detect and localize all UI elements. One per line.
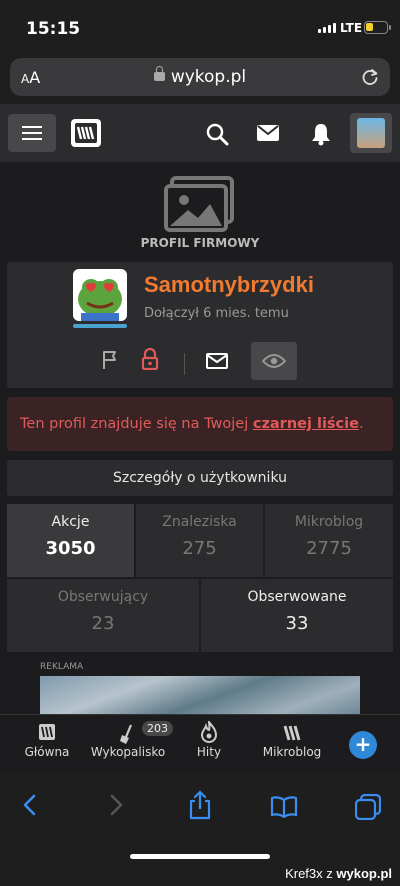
status-time: 15:15 [26, 19, 81, 39]
status-bar: 15:15 LTE [0, 0, 400, 54]
flag-icon[interactable] [101, 350, 119, 370]
stat-value: 3050 [45, 538, 96, 559]
user-details-button[interactable]: Szczegóły o użytkowniku [7, 460, 393, 496]
menu-button[interactable] [8, 114, 56, 152]
shovel-icon [120, 724, 133, 744]
stat-label: Obserwujący [57, 589, 149, 605]
ad-image[interactable] [40, 676, 360, 714]
user-avatar-button[interactable] [350, 113, 392, 153]
alert-text: Ten profil znajduje się na Twojej [20, 416, 253, 432]
stat-label: Mikroblog [294, 514, 364, 530]
avatar-underline [73, 324, 127, 328]
stat-akcje[interactable]: Akcje 3050 [7, 504, 134, 577]
lock-icon [153, 66, 165, 81]
site-header [0, 104, 400, 162]
search-icon[interactable] [205, 122, 229, 146]
nav-glowna[interactable]: Główna [7, 715, 87, 759]
add-button[interactable]: + [349, 731, 377, 759]
alert-period: . [358, 416, 364, 432]
home-indicator [130, 854, 270, 859]
actions-divider [184, 353, 185, 375]
bell-icon[interactable] [311, 122, 331, 146]
frog-avatar-image [78, 279, 122, 321]
wykop-logo[interactable] [70, 118, 102, 148]
ad-label: REKLAMA [40, 662, 84, 672]
mail-icon[interactable] [256, 124, 280, 142]
watermark-site: wykop.pl [336, 866, 392, 881]
user-avatar[interactable] [73, 269, 127, 321]
stat-value: 33 [285, 613, 309, 634]
nav-hity[interactable]: Hity [169, 715, 249, 759]
stat-mikroblog[interactable]: Mikroblog 2775 [265, 504, 393, 577]
blacklist-alert: Ten profil znajduje się na Twojej czarne… [7, 397, 393, 451]
bottom-nav: Główna Wykopalisko 203 Hity Mikroblog + [0, 714, 400, 772]
stats-grid: Akcje 3050 Znaleziska 275 Mikroblog 2775… [7, 504, 393, 654]
url-text: wykop.pl [170, 67, 247, 87]
username: Samotnybrzydki [144, 272, 314, 297]
nav-label: Hity [196, 745, 222, 759]
microblog-icon [283, 725, 301, 741]
browser-toolbar: Kref3x z wykop.pl [0, 772, 400, 886]
avatar [357, 118, 385, 148]
share-icon[interactable] [188, 790, 212, 820]
stat-label: Obserwowane [247, 589, 347, 605]
signal-icon [318, 23, 336, 33]
back-icon[interactable] [22, 794, 36, 816]
image-icon [164, 176, 234, 232]
stat-label: Znaleziska [162, 514, 237, 530]
observe-button[interactable] [251, 342, 297, 380]
fire-icon [200, 721, 218, 743]
join-date: Dołączył 6 mies. temu [144, 306, 289, 321]
watermark-prefix: Kref3x z [285, 866, 337, 881]
section-title: PROFIL FIRMOWY [140, 236, 260, 250]
reload-icon[interactable] [360, 67, 380, 87]
url-bar[interactable]: AA wykop.pl [10, 58, 390, 96]
stat-label: Akcje [51, 514, 90, 530]
profile-content: PROFIL FIRMOWY Samotnybrzydki Dołączył 6… [0, 162, 400, 714]
network-label: LTE [340, 21, 363, 35]
nav-mikroblog[interactable]: Mikroblog [252, 715, 332, 759]
battery-icon [364, 21, 391, 34]
stat-value: 2775 [306, 538, 352, 559]
lock-icon[interactable] [141, 348, 159, 370]
user-card: Samotnybrzydki Dołączył 6 mies. temu [7, 262, 393, 388]
nav-label: Główna [24, 745, 70, 759]
stat-value: 275 [182, 538, 217, 559]
tabs-icon[interactable] [355, 794, 381, 820]
eye-icon [262, 354, 286, 368]
watermark: Kref3x z wykop.pl [285, 866, 392, 881]
stat-obserwowane[interactable]: Obserwowane 33 [201, 579, 393, 652]
url-display[interactable]: wykop.pl [10, 66, 390, 87]
send-message-icon[interactable] [206, 353, 228, 369]
browser-url-area: AA wykop.pl [0, 54, 400, 104]
nav-label: Mikroblog [262, 745, 322, 759]
stat-obserwujacy[interactable]: Obserwujący 23 [7, 579, 199, 652]
profile-image-placeholder [0, 176, 400, 238]
forward-icon[interactable] [110, 794, 124, 816]
home-icon [39, 724, 55, 740]
stat-znaleziska[interactable]: Znaleziska 275 [136, 504, 263, 577]
bookmarks-icon[interactable] [270, 796, 298, 818]
nav-label: Wykopalisko [90, 745, 166, 759]
blacklist-link[interactable]: czarnej liście [253, 416, 359, 432]
stat-value: 23 [91, 613, 115, 634]
